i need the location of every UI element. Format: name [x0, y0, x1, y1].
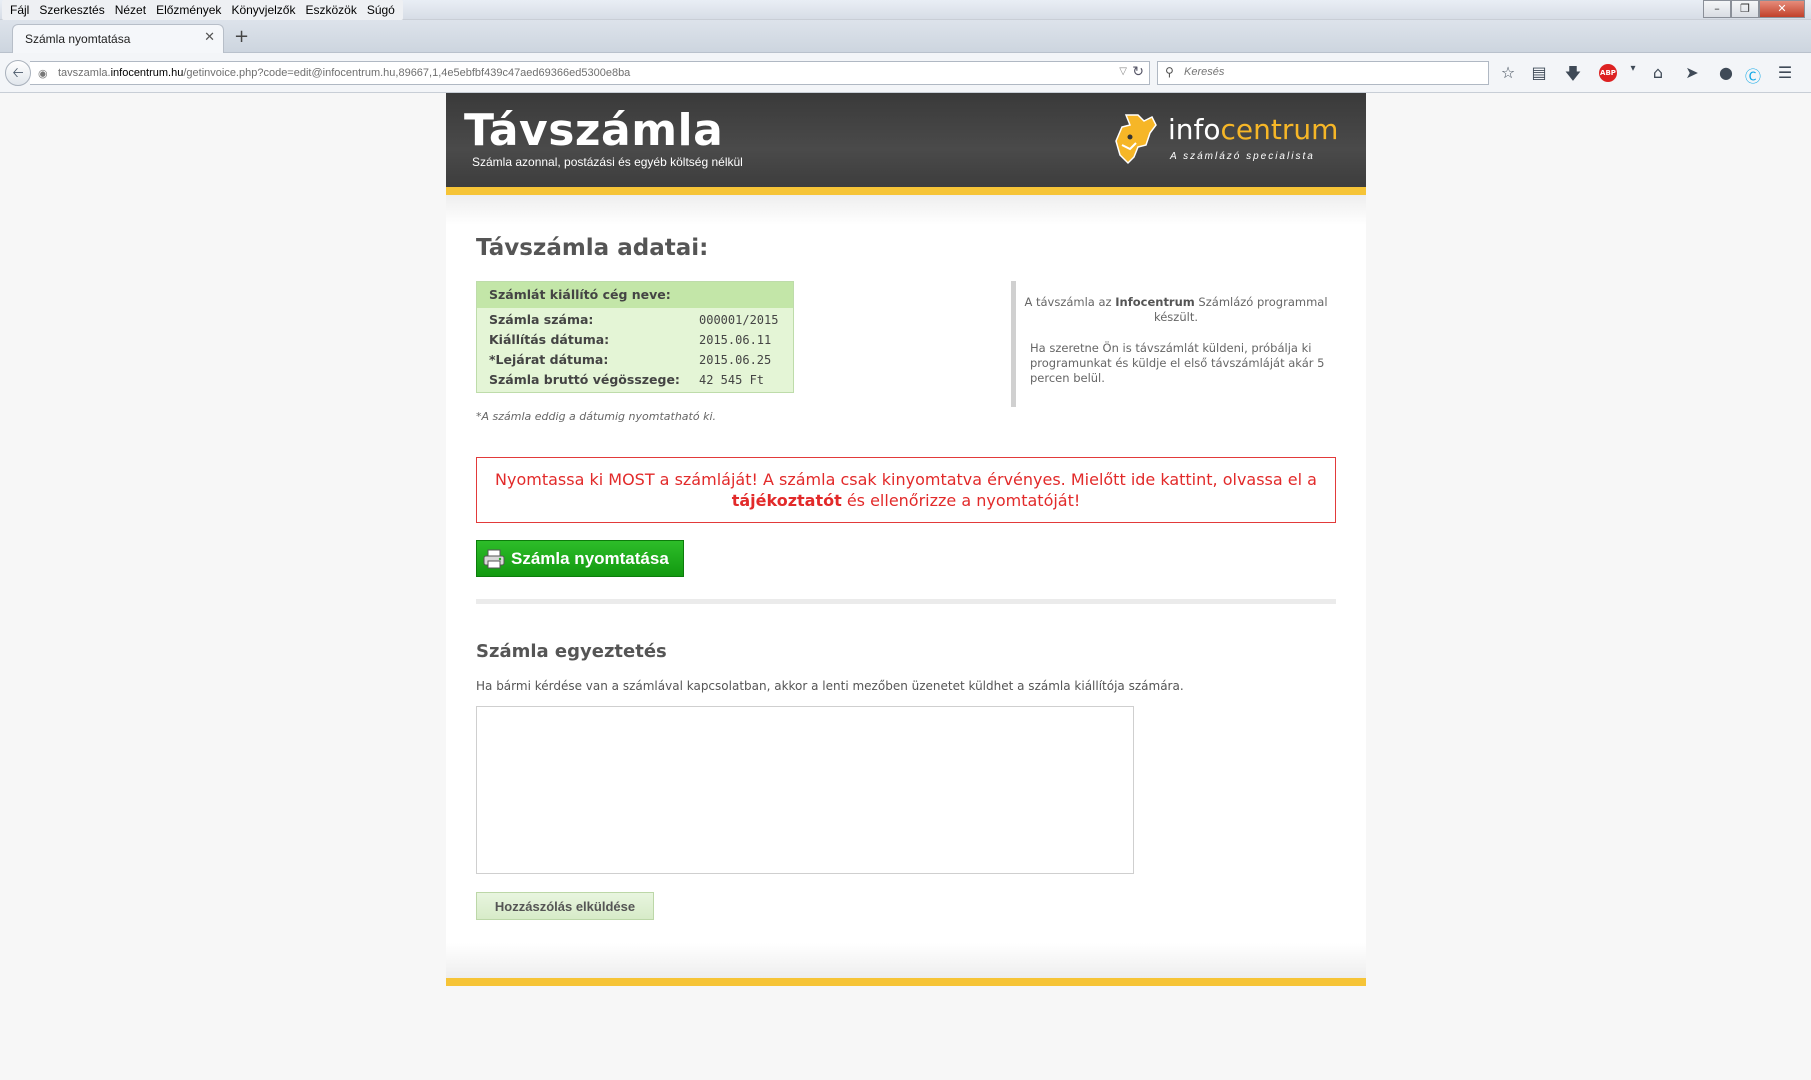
menu-history[interactable]: Előzmények — [151, 0, 226, 20]
window-controls: – ❐ ✕ — [1703, 0, 1805, 18]
bookmarks-list-icon[interactable]: ▤ — [1528, 63, 1550, 82]
brand-centrum: centrum — [1220, 113, 1339, 146]
print-invoice-button[interactable]: Számla nyomtatása — [476, 540, 684, 577]
menu-bookmarks[interactable]: Könyvjelzők — [226, 0, 300, 20]
due-date-label: *Lejárat dátuma: — [489, 352, 609, 367]
invoice-number-label: Számla száma: — [489, 312, 594, 327]
message-textarea[interactable] — [476, 706, 1134, 874]
window-close-icon[interactable]: ✕ — [1759, 0, 1805, 18]
promo-text-1a: A távszámla az — [1024, 295, 1116, 309]
send-icon[interactable]: ➤ — [1681, 63, 1703, 82]
issue-date-value: 2015.06.11 — [699, 333, 772, 347]
globe-icon: ◉ — [38, 67, 48, 80]
tab-invoice-print[interactable]: Számla nyomtatása ✕ — [12, 24, 224, 53]
tab-strip: Számla nyomtatása ✕ + — [0, 20, 1811, 53]
search-input[interactable] — [1184, 66, 1479, 78]
tab-close-icon[interactable]: ✕ — [204, 30, 215, 45]
url-dropdown-icon[interactable]: ▽ — [1119, 66, 1127, 77]
search-icon: ⚲ — [1165, 65, 1174, 79]
invoice-number-value: 000001/2015 — [699, 313, 779, 327]
url-prefix: tavszamla. — [58, 67, 111, 79]
print-button-label: Számla nyomtatása — [511, 549, 669, 568]
bookmark-star-icon[interactable]: ☆ — [1497, 63, 1519, 82]
url-bar[interactable]: ◉ tavszamla.infocentrum.hu/getinvoice.ph… — [30, 61, 1150, 85]
menu-bar: Fájl Szerkesztés Nézet Előzmények Könyvj… — [0, 0, 1811, 20]
footer-stripe — [446, 978, 1366, 986]
header-shade — [446, 195, 1366, 225]
issuer-name-label: Számlát kiállító cég neve: — [477, 282, 793, 308]
menu-file[interactable]: Fájl — [5, 0, 34, 20]
table-row: Kiállítás dátuma: 2015.06.11 — [477, 330, 793, 350]
info-link[interactable]: tájékoztatót — [732, 491, 842, 510]
printer-icon — [483, 549, 505, 569]
brand-info: info — [1168, 113, 1221, 146]
adblock-dropdown-icon[interactable]: ▾ — [1622, 63, 1644, 74]
menu-hamburger-icon[interactable]: ☰ — [1774, 63, 1796, 82]
menu-edit[interactable]: Szerkesztés — [34, 0, 109, 20]
promo-text-1: A távszámla az Infocentrum Számlázó prog… — [1016, 295, 1336, 325]
site-title: Távszámla — [464, 105, 724, 156]
issue-date-label: Kiállítás dátuma: — [489, 332, 610, 347]
home-icon[interactable]: ⌂ — [1647, 63, 1669, 82]
due-date-value: 2015.06.25 — [699, 353, 772, 367]
chat-icon[interactable]: ● — [1715, 63, 1737, 82]
brand-logo-text: infocentrum — [1168, 113, 1338, 146]
menu-items: Fájl Szerkesztés Nézet Előzmények Könyvj… — [2, 0, 403, 20]
promo-brand: Infocentrum — [1115, 295, 1195, 309]
send-comment-button[interactable]: Hozzászólás elküldése — [476, 892, 654, 920]
invoice-info-table: Számlát kiállító cég neve: Számla száma:… — [476, 281, 794, 393]
table-row: *Lejárat dátuma: 2015.06.25 — [477, 350, 793, 370]
site-header: Távszámla Számla azonnal, postázási és e… — [446, 93, 1366, 187]
giraffe-logo-icon — [1115, 114, 1157, 165]
brand-tagline: A számlázó specialista — [1170, 151, 1315, 162]
reconcile-title: Számla egyeztetés — [476, 641, 667, 662]
due-date-note: *A számla eddig a dátumig nyomtatható ki… — [476, 410, 717, 423]
menu-tools[interactable]: Eszközök — [300, 0, 361, 20]
skype-icon[interactable]: Ⓒ — [1742, 63, 1764, 87]
search-bar[interactable]: ⚲ — [1157, 61, 1489, 85]
gross-total-value: 42 545 Ft — [699, 373, 765, 387]
print-warning-alert: Nyomtassa ki MOST a számláját! A számla … — [476, 457, 1336, 523]
url-path: /getinvoice.php?code=edit@infocentrum.hu… — [183, 67, 631, 79]
table-row: Számla száma: 000001/2015 — [477, 310, 793, 330]
gross-total-label: Számla bruttó végösszege: — [489, 372, 680, 387]
alert-text-b: és ellenőrizze a nyomtatóját! — [841, 491, 1081, 510]
menu-help[interactable]: Súgó — [362, 0, 400, 20]
promo-box: A távszámla az Infocentrum Számlázó prog… — [1011, 281, 1331, 407]
tab-title: Számla nyomtatása — [25, 32, 131, 46]
url-text: tavszamla.infocentrum.hu/getinvoice.php?… — [58, 67, 630, 79]
minimize-icon[interactable]: – — [1703, 0, 1731, 18]
promo-text-2: Ha szeretne Ön is távszámlát küldeni, pr… — [1030, 341, 1325, 385]
site-subtitle: Számla azonnal, postázási és egyéb költs… — [472, 155, 743, 169]
header-stripe — [446, 187, 1366, 195]
page-title: Távszámla adatai: — [476, 235, 709, 261]
reconcile-description: Ha bármi kérdése van a számlával kapcsol… — [476, 679, 1184, 693]
new-tab-icon[interactable]: + — [234, 26, 249, 47]
footer-shade — [446, 943, 1366, 978]
reload-icon[interactable]: ↻ — [1132, 64, 1144, 80]
menu-view[interactable]: Nézet — [110, 0, 151, 20]
alert-text-a: Nyomtassa ki MOST a számláját! A számla … — [495, 470, 1317, 489]
back-arrow-icon: 🡠 — [12, 65, 24, 81]
download-icon[interactable]: 🡇 — [1562, 63, 1584, 90]
adblock-icon[interactable]: ABP — [1599, 64, 1617, 82]
nav-bar: ◉ tavszamla.infocentrum.hu/getinvoice.ph… — [0, 53, 1811, 93]
restore-icon[interactable]: ❐ — [1731, 0, 1759, 18]
page-container: Távszámla Számla azonnal, postázási és e… — [446, 93, 1366, 986]
url-domain: infocentrum.hu — [110, 67, 184, 79]
section-divider — [476, 599, 1336, 604]
back-button[interactable]: 🡠 — [5, 60, 31, 86]
table-row: Számla bruttó végösszege: 42 545 Ft — [477, 370, 793, 390]
